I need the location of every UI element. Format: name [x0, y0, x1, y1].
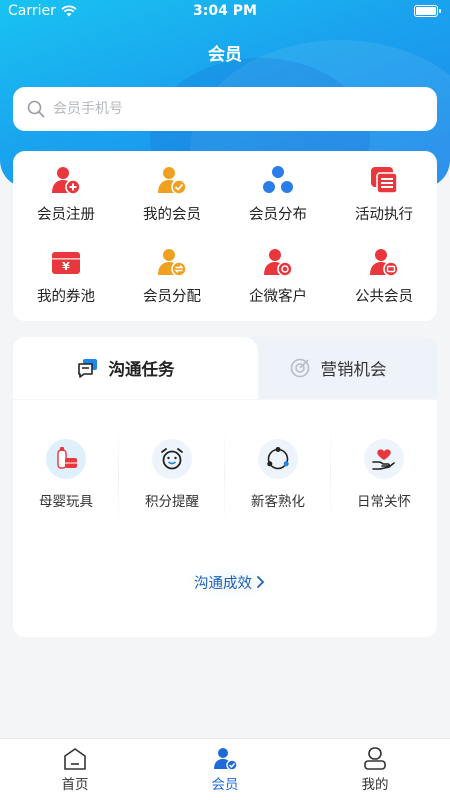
- heart-hand-icon: [372, 449, 395, 470]
- effect-link-label: 沟通成效: [194, 575, 252, 592]
- target-icon: [290, 358, 309, 378]
- task-label: 母婴玩具: [39, 494, 93, 510]
- grid-item-label: 企微客户: [249, 289, 307, 305]
- grid-item-public-members[interactable]: 公共会员: [331, 245, 437, 327]
- task-card: 营销机会 沟通任务 母婴玩具 积分提醒 新客熟化 日常关怀 沟通成效: [13, 337, 437, 637]
- page-title: 会员: [208, 45, 242, 65]
- task-label: 日常关怀: [357, 494, 411, 510]
- cycle-icon: [267, 447, 289, 470]
- alarm-clock-icon: [161, 448, 183, 470]
- distribution-icon: [263, 166, 293, 193]
- bottom-tab-bar: 首页 会员 我的: [0, 738, 450, 800]
- tab-marketing-opportunity[interactable]: 营销机会: [238, 337, 437, 399]
- task-points-reminder[interactable]: 积分提醒: [119, 415, 225, 535]
- activity-icon: [371, 167, 398, 194]
- tabbar-item-profile[interactable]: 我的: [300, 739, 450, 800]
- function-grid-card: 会员注册 我的会员 会员分布 活动执行 ¥ 我的券池 会员分配 企微客户 公共会…: [13, 151, 437, 321]
- assign-icon: [158, 249, 187, 277]
- task-label: 积分提醒: [145, 494, 199, 510]
- grid-item-label: 会员分布: [249, 207, 307, 223]
- coupon-icon: ¥: [52, 252, 80, 274]
- baby-toys-icon: [57, 447, 77, 469]
- task-tabs: 营销机会 沟通任务: [13, 337, 437, 399]
- grid-item-label: 会员分配: [143, 289, 201, 305]
- tab-communication-task[interactable]: 沟通任务: [13, 337, 238, 399]
- tabbar-label: 会员: [211, 777, 239, 793]
- grid-item-label: 我的会员: [143, 207, 201, 223]
- grid-item-coupon-pool[interactable]: ¥ 我的券池: [13, 245, 119, 327]
- search-input[interactable]: [53, 101, 393, 117]
- task-label: 新客熟化: [251, 494, 305, 510]
- grid-item-activity[interactable]: 活动执行: [331, 163, 437, 245]
- public-member-icon: [370, 249, 399, 277]
- grid-item-label: 我的券池: [37, 289, 95, 305]
- tabbar-label: 首页: [61, 777, 89, 793]
- grid-item-wecom-customers[interactable]: 企微客户: [225, 245, 331, 327]
- task-new-customer[interactable]: 新客熟化: [225, 415, 331, 535]
- task-baby-toys[interactable]: 母婴玩具: [13, 415, 119, 535]
- status-time: 3:04 PM: [193, 3, 257, 19]
- grid-item-label: 会员注册: [37, 207, 95, 223]
- profile-icon: [364, 747, 386, 770]
- svg-text:¥: ¥: [62, 260, 70, 273]
- tabbar-label: 我的: [361, 777, 389, 793]
- wecom-customer-icon: [264, 249, 293, 277]
- grid-item-my-members[interactable]: 我的会员: [119, 163, 225, 245]
- communication-effect-link[interactable]: 沟通成效: [185, 565, 275, 599]
- grid-item-label: 活动执行: [355, 207, 413, 223]
- home-icon: [64, 748, 86, 770]
- search-bar[interactable]: [13, 87, 437, 131]
- grid-item-member-register[interactable]: 会员注册: [13, 163, 119, 245]
- tabbar-item-member[interactable]: 会员: [150, 739, 300, 800]
- task-daily-care[interactable]: 日常关怀: [331, 415, 437, 535]
- grid-item-member-assign[interactable]: 会员分配: [119, 245, 225, 327]
- task-list: 母婴玩具 积分提醒 新客熟化 日常关怀: [13, 415, 437, 535]
- battery-icon: [414, 5, 441, 17]
- divider: [13, 399, 437, 400]
- search-icon: [27, 100, 45, 118]
- grid-item-member-distribution[interactable]: 会员分布: [225, 163, 331, 245]
- status-bar: Carrier 3:04 PM: [0, 0, 450, 24]
- my-member-icon: [158, 167, 187, 195]
- chat-icon: [77, 359, 97, 378]
- tab-label: 营销机会: [320, 360, 387, 379]
- member-add-icon: [52, 167, 81, 195]
- chevron-right-icon: [257, 576, 265, 588]
- member-icon: [214, 748, 238, 771]
- tabbar-item-home[interactable]: 首页: [0, 739, 150, 800]
- tab-label: 沟通任务: [108, 360, 175, 379]
- grid-item-label: 公共会员: [355, 289, 413, 305]
